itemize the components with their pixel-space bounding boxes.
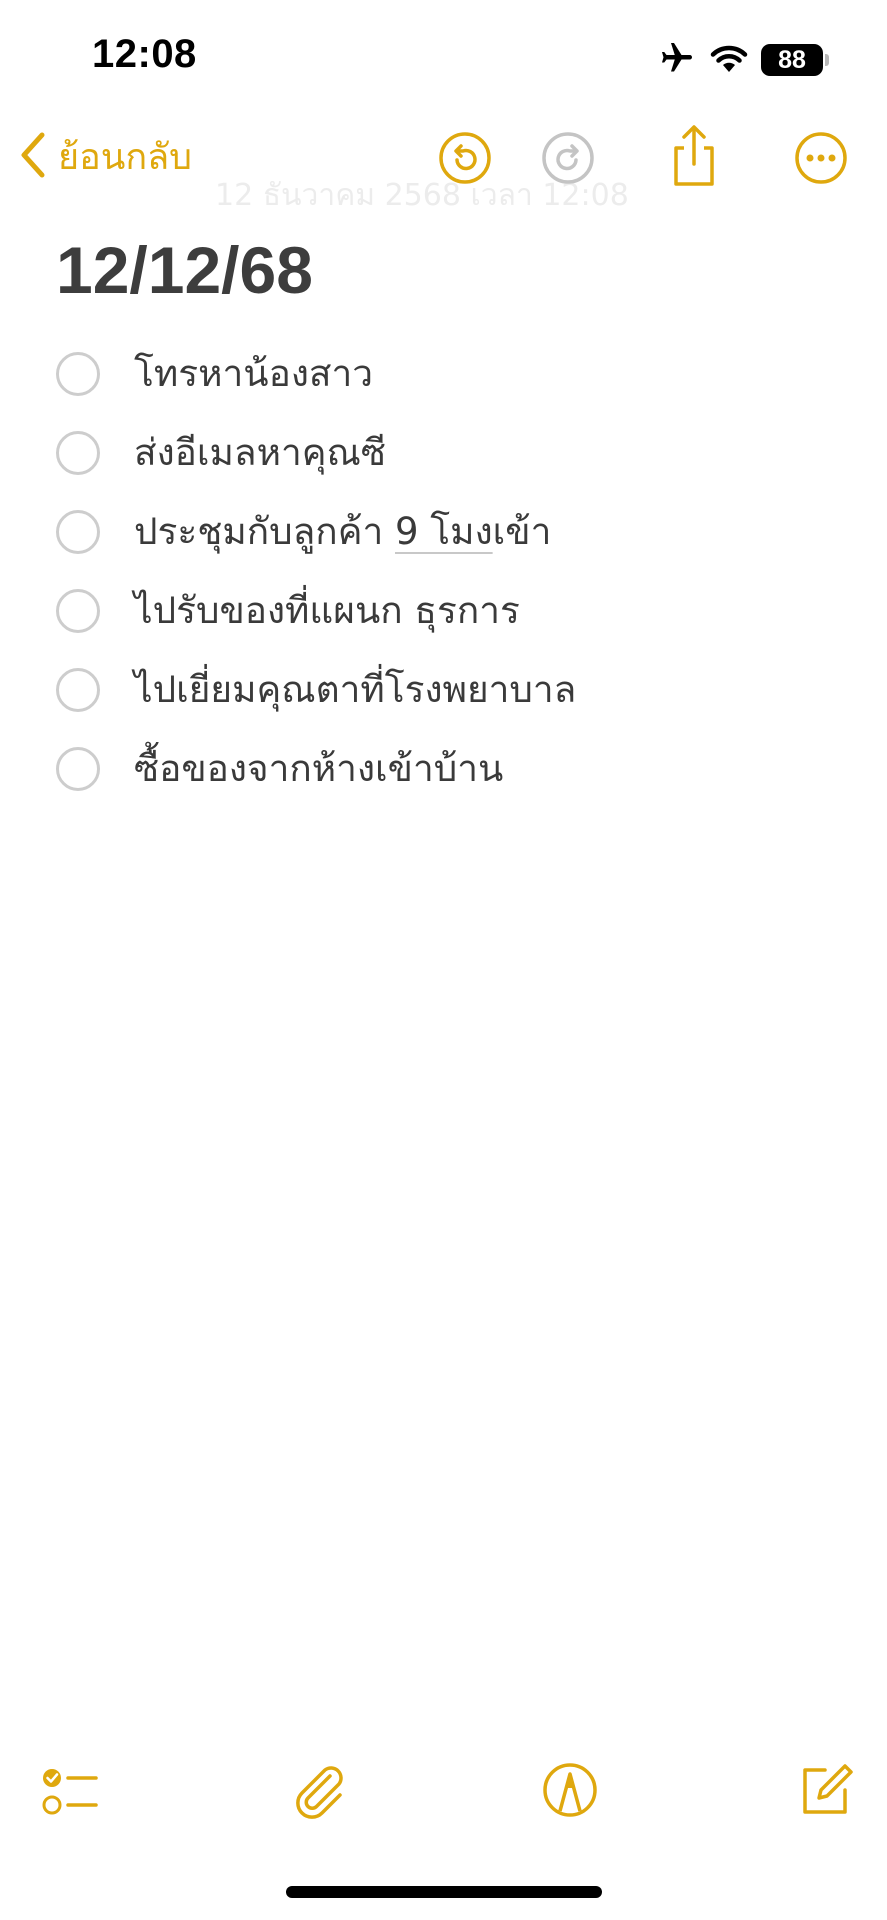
checklist-item[interactable]: ส่งอีเมลหาคุณซี bbox=[56, 413, 576, 492]
markup-icon[interactable] bbox=[540, 1760, 600, 1820]
battery-level: 88 bbox=[761, 44, 823, 76]
checklist-item-text[interactable]: ส่งอีเมลหาคุณซี bbox=[134, 434, 386, 471]
checkbox[interactable] bbox=[56, 509, 100, 554]
checklist-icon[interactable] bbox=[40, 1760, 100, 1820]
compose-icon[interactable] bbox=[795, 1760, 855, 1820]
back-button[interactable]: ย้อนกลับ bbox=[18, 128, 192, 185]
checkbox[interactable] bbox=[56, 667, 100, 712]
checklist-item-text[interactable]: ซื้อของจากห้างเข้าบ้าน bbox=[134, 750, 503, 787]
checklist-item-text[interactable]: ประชุมกับลูกค้า 9 โมงเข้า bbox=[134, 513, 551, 550]
checkbox[interactable] bbox=[56, 430, 100, 475]
time-link[interactable]: 9 โมง bbox=[395, 510, 493, 553]
airplane-mode-icon bbox=[657, 40, 697, 80]
home-indicator[interactable] bbox=[286, 1886, 602, 1898]
battery-cap bbox=[825, 54, 829, 66]
bottom-toolbar bbox=[0, 1760, 887, 1840]
more-icon[interactable] bbox=[793, 130, 849, 186]
share-icon[interactable] bbox=[666, 124, 722, 188]
checklist-item-text[interactable]: ไปรับของที่แผนก ธุรการ bbox=[134, 592, 520, 629]
battery-icon: 88 bbox=[761, 44, 829, 76]
item-text-before: ประชุมกับลูกค้า bbox=[134, 510, 395, 553]
checkbox[interactable] bbox=[56, 588, 100, 633]
item-text-after: เข้า bbox=[492, 510, 552, 553]
undo-icon[interactable] bbox=[437, 130, 493, 186]
status-time: 12:08 bbox=[92, 32, 197, 76]
chevron-left-icon bbox=[18, 131, 48, 183]
checklist-item[interactable]: โทรหาน้องสาว bbox=[56, 334, 576, 413]
checklist-item[interactable]: ประชุมกับลูกค้า 9 โมงเข้า bbox=[56, 492, 576, 571]
attachment-icon[interactable] bbox=[290, 1760, 350, 1820]
checklist-item[interactable]: ซื้อของจากห้างเข้าบ้าน bbox=[56, 729, 576, 808]
checklist: โทรหาน้องสาว ส่งอีเมลหาคุณซี ประชุมกับลู… bbox=[56, 334, 576, 808]
checkbox[interactable] bbox=[56, 746, 100, 791]
checklist-item-text[interactable]: โทรหาน้องสาว bbox=[134, 355, 373, 392]
redo-icon[interactable] bbox=[540, 130, 596, 186]
wifi-icon bbox=[709, 42, 749, 78]
status-bar: 12:08 88 bbox=[0, 0, 887, 110]
checklist-item[interactable]: ไปเยี่ยมคุณตาที่โรงพยาบาล bbox=[56, 650, 576, 729]
checklist-item[interactable]: ไปรับของที่แผนก ธุรการ bbox=[56, 571, 576, 650]
nav-bar: 12 ธันวาคม 2568 เวลา 12:08 ย้อนกลับ bbox=[0, 110, 887, 213]
note-title[interactable]: 12/12/68 bbox=[56, 232, 313, 308]
checkbox[interactable] bbox=[56, 351, 100, 396]
status-icons: 88 bbox=[657, 40, 829, 80]
back-label: ย้อนกลับ bbox=[58, 137, 193, 178]
checklist-item-text[interactable]: ไปเยี่ยมคุณตาที่โรงพยาบาล bbox=[134, 671, 576, 708]
